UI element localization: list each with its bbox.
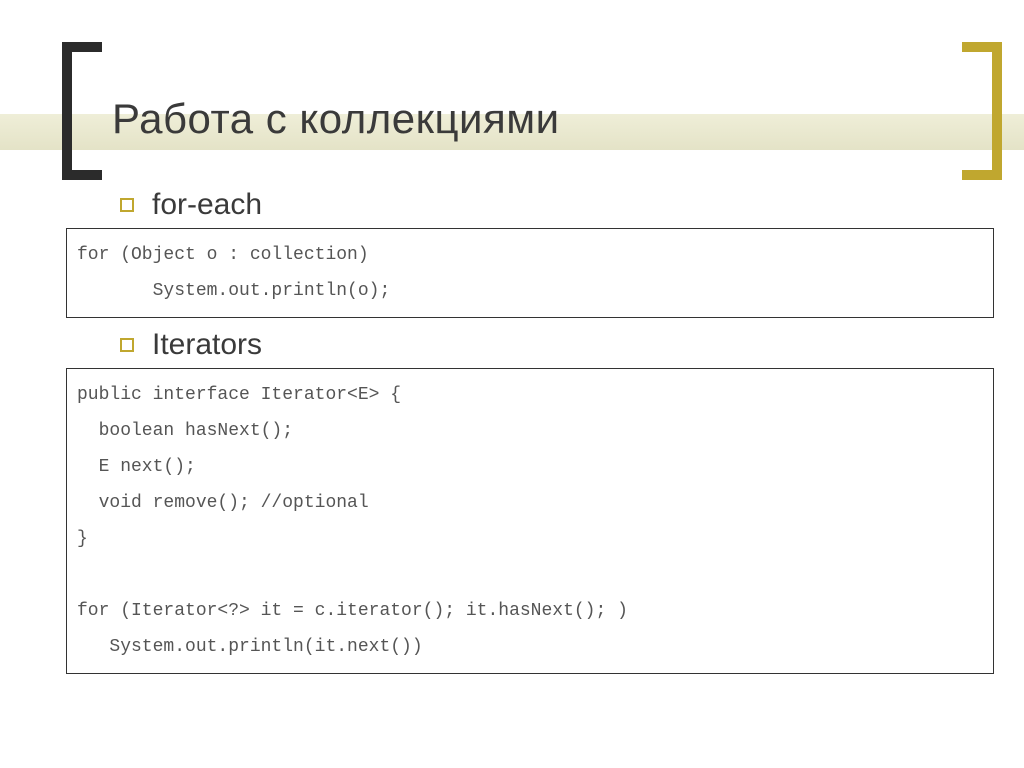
- slide-title: Работа с коллекциями: [112, 95, 560, 143]
- square-bullet-icon: [120, 198, 134, 212]
- code-block-iterator: public interface Iterator<E> { boolean h…: [66, 368, 994, 674]
- bracket-right-icon: [962, 42, 1002, 180]
- code-block-foreach: for (Object o : collection) System.out.p…: [66, 228, 994, 318]
- slide-content: for-each for (Object o : collection) Sys…: [66, 186, 994, 684]
- bracket-left-icon: [62, 42, 102, 180]
- bullet-label: Iterators: [152, 328, 262, 362]
- slide: Работа с коллекциями for-each for (Objec…: [0, 0, 1024, 768]
- square-bullet-icon: [120, 338, 134, 352]
- bullet-label: for-each: [152, 188, 262, 222]
- bullet-item: for-each: [120, 188, 994, 222]
- bullet-item: Iterators: [120, 328, 994, 362]
